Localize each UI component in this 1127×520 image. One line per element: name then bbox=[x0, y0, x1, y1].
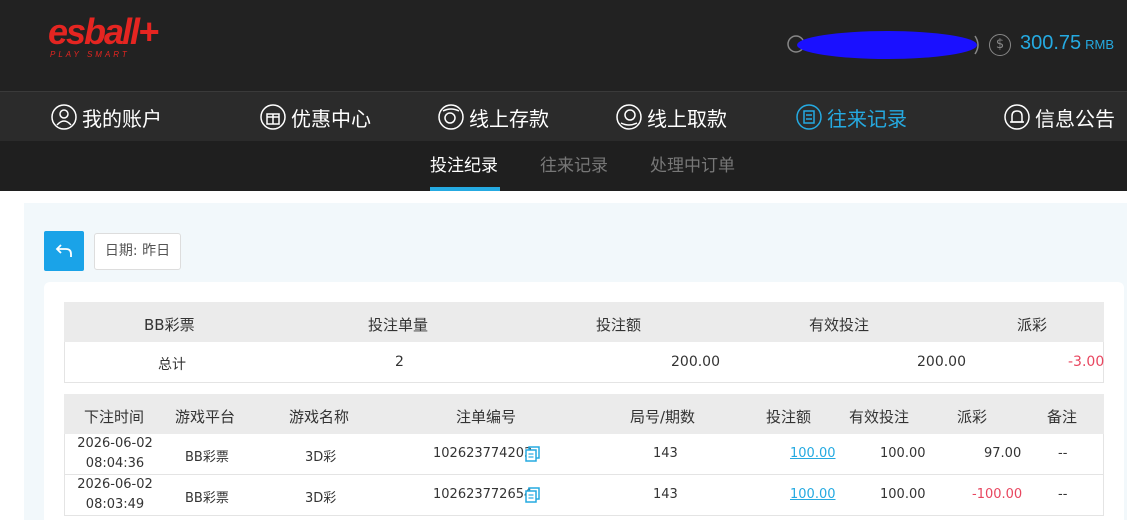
dollar-icon: $ bbox=[989, 34, 1011, 56]
summary-payout: -3.00 bbox=[1068, 354, 1105, 370]
detail-col-order: 注单编号 bbox=[456, 408, 517, 426]
balance-currency: RMB bbox=[1085, 37, 1115, 52]
summary-count: 2 bbox=[395, 354, 404, 370]
nav-label: 线上取款 bbox=[647, 106, 727, 131]
tab-pending-orders[interactable]: 处理中订单 bbox=[650, 141, 735, 191]
summary-col-valid: 有效投注 bbox=[809, 316, 870, 334]
summary-total-label: 总计 bbox=[158, 357, 186, 373]
summary-header: BB彩票 投注单量 投注额 有效投注 派彩 bbox=[64, 302, 1104, 342]
gift-icon bbox=[260, 104, 286, 130]
row-round: 143 bbox=[653, 446, 678, 461]
nav-label: 信息公告 bbox=[1035, 106, 1115, 131]
row-game: 3D彩 bbox=[305, 491, 337, 506]
balance-amount: 300.75 bbox=[1020, 32, 1082, 54]
user-icon bbox=[51, 104, 77, 130]
row-payout: 97.00 bbox=[984, 446, 1022, 461]
row-bet-link[interactable]: 100.00 bbox=[790, 487, 836, 502]
detail-col-platform: 游戏平台 bbox=[175, 408, 236, 426]
summary-row: 总计 2 200.00 200.00 -3.00 bbox=[64, 342, 1104, 383]
withdraw-icon bbox=[616, 104, 642, 130]
tab-transactions[interactable]: 往来记录 bbox=[540, 141, 608, 191]
summary-col-platform: BB彩票 bbox=[144, 316, 195, 334]
active-tab-indicator bbox=[430, 187, 500, 191]
nav-deposit[interactable]: 线上存款 bbox=[437, 92, 549, 142]
detail-col-note: 备注 bbox=[1047, 408, 1078, 426]
row-bet-link[interactable]: 100.00 bbox=[790, 446, 836, 461]
nav-label: 我的账户 bbox=[82, 106, 162, 131]
detail-col-valid: 有效投注 bbox=[849, 408, 910, 426]
row-valid: 100.00 bbox=[880, 446, 926, 461]
summary-valid: 200.00 bbox=[917, 354, 966, 370]
balance-display: 300.75 RMB bbox=[1020, 32, 1114, 55]
detail-col-game: 游戏名称 bbox=[289, 408, 350, 426]
row-round: 143 bbox=[653, 487, 678, 502]
row-platform: BB彩票 bbox=[185, 491, 229, 506]
sub-nav: 投注纪录 往来记录 处理中订单 bbox=[0, 141, 1127, 191]
nav-promotions[interactable]: 优惠中心 bbox=[259, 92, 371, 142]
back-button[interactable] bbox=[44, 231, 84, 271]
row-datetime: 2026-06-02 08:04:36 bbox=[77, 434, 153, 474]
summary-col-count: 投注单量 bbox=[368, 316, 429, 334]
nav-announcements[interactable]: 信息公告 bbox=[1003, 92, 1115, 142]
row-valid: 100.00 bbox=[880, 487, 926, 502]
tab-bet-history[interactable]: 投注纪录 bbox=[430, 141, 498, 191]
records-icon bbox=[796, 104, 822, 130]
row-time: 08:04:36 bbox=[85, 456, 145, 471]
detail-col-round: 局号/期数 bbox=[630, 408, 696, 426]
summary-bet: 200.00 bbox=[671, 354, 720, 370]
deposit-icon bbox=[438, 104, 464, 130]
nav-my-account[interactable]: 我的账户 bbox=[50, 92, 162, 142]
row-game: 3D彩 bbox=[305, 450, 337, 465]
main-nav: 我的账户 优惠中心 线上存款 线上取款 往来记录 信息公告 bbox=[0, 91, 1127, 141]
detail-col-time: 下注时间 bbox=[84, 408, 145, 426]
nav-label: 优惠中心 bbox=[291, 106, 371, 131]
row-note: -- bbox=[1058, 446, 1068, 461]
row-date: 2026-06-02 bbox=[77, 436, 153, 451]
table-row: 2026-06-02 08:04:36 BB彩票 3D彩 10262377420… bbox=[64, 434, 1104, 475]
row-order-no: 102623774203 bbox=[433, 446, 533, 461]
detail-col-bet: 投注额 bbox=[766, 408, 812, 426]
brand-logo[interactable]: esball+ PLAY SMART bbox=[48, 11, 159, 60]
detail-col-payout: 派彩 bbox=[957, 408, 988, 426]
nav-withdraw[interactable]: 线上取款 bbox=[615, 92, 727, 142]
row-time: 08:03:49 bbox=[85, 497, 145, 512]
nav-label: 往来记录 bbox=[827, 106, 907, 131]
copy-icon[interactable] bbox=[525, 487, 541, 503]
top-bar: esball+ PLAY SMART $ 300.75 RMB bbox=[0, 0, 1127, 91]
date-filter[interactable]: 日期: 昨日 bbox=[94, 233, 181, 270]
bell-icon bbox=[1004, 104, 1030, 130]
row-date: 2026-06-02 bbox=[77, 477, 153, 492]
row-payout: -100.00 bbox=[972, 487, 1023, 502]
redacted-username bbox=[787, 31, 979, 59]
nav-records[interactable]: 往来记录 bbox=[795, 92, 907, 142]
copy-icon[interactable] bbox=[525, 446, 541, 462]
row-order-no: 102623772654 bbox=[433, 487, 533, 502]
back-arrow-icon bbox=[55, 244, 72, 257]
row-datetime: 2026-06-02 08:03:49 bbox=[77, 475, 153, 515]
nav-label: 线上存款 bbox=[469, 106, 549, 131]
summary-col-payout: 派彩 bbox=[1017, 316, 1048, 334]
detail-header: 下注时间 游戏平台 游戏名称 注单编号 局号/期数 投注额 有效投注 派彩 备注 bbox=[64, 394, 1104, 434]
row-platform: BB彩票 bbox=[185, 450, 229, 465]
table-row: 2026-06-02 08:03:49 BB彩票 3D彩 10262377265… bbox=[64, 475, 1104, 516]
brand-name: esball+ bbox=[48, 11, 159, 52]
row-note: -- bbox=[1058, 487, 1068, 502]
summary-col-bet: 投注额 bbox=[596, 316, 642, 334]
